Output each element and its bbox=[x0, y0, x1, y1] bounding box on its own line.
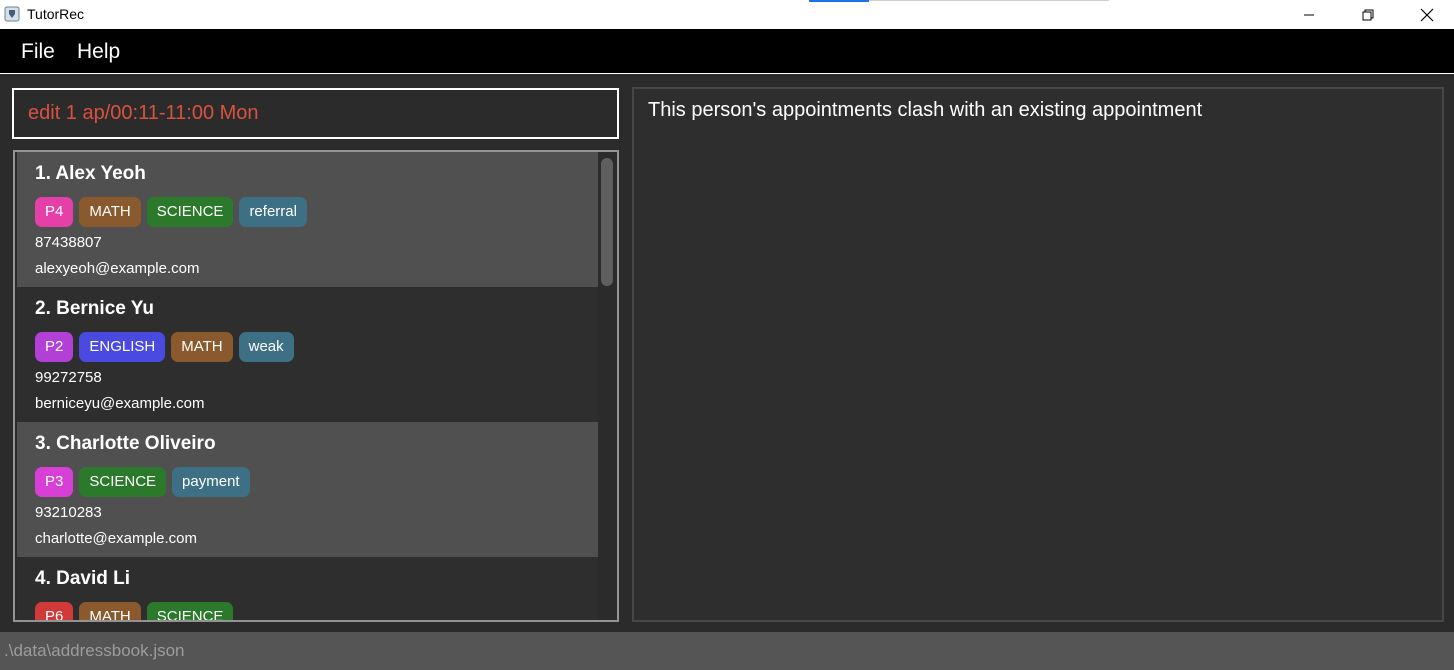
minimize-icon bbox=[1304, 14, 1314, 15]
tag-note: referral bbox=[239, 197, 307, 227]
person-email: berniceyu@example.com bbox=[35, 395, 205, 412]
tag-subject: MATH bbox=[171, 332, 233, 362]
command-input[interactable] bbox=[14, 90, 617, 137]
person-card[interactable]: 4. David Li P6 MATH SCIENCE bbox=[17, 557, 598, 620]
tag-subject: SCIENCE bbox=[146, 602, 234, 620]
menu-file[interactable]: File bbox=[21, 40, 55, 64]
person-card[interactable]: 3. Charlotte Oliveiro P3 SCIENCE payment… bbox=[17, 422, 598, 557]
status-bar: .\data\addressbook.json bbox=[0, 632, 1454, 670]
tag-list: P6 MATH SCIENCE bbox=[35, 602, 234, 620]
person-name: 2. Bernice Yu bbox=[35, 298, 154, 319]
person-email: charlotte@example.com bbox=[35, 530, 197, 547]
tag-subject: MATH bbox=[79, 197, 141, 227]
person-list[interactable]: 1. Alex Yeoh P4 MATH SCIENCE referral 87… bbox=[13, 150, 619, 622]
person-card[interactable]: 1. Alex Yeoh P4 MATH SCIENCE referral 87… bbox=[17, 152, 598, 287]
person-name: 1. Alex Yeoh bbox=[35, 163, 146, 184]
person-name: 4. David Li bbox=[35, 568, 131, 589]
menu-help[interactable]: Help bbox=[77, 40, 120, 64]
tag-subject: ENGLISH bbox=[79, 332, 166, 362]
person-name: 3. Charlotte Oliveiro bbox=[35, 433, 216, 454]
tag-note: weak bbox=[238, 332, 294, 362]
tag-list: P3 SCIENCE payment bbox=[35, 467, 250, 497]
result-message: This person's appointments clash with an… bbox=[648, 99, 1203, 121]
tag-note: payment bbox=[172, 467, 250, 497]
restore-button[interactable] bbox=[1339, 0, 1397, 29]
minimize-button[interactable] bbox=[1280, 0, 1338, 29]
person-phone: 99272758 bbox=[35, 369, 102, 386]
close-button[interactable] bbox=[1398, 0, 1454, 29]
tag-level: P6 bbox=[35, 602, 74, 620]
command-box[interactable] bbox=[12, 88, 619, 139]
window-titlebar: TutorRec bbox=[0, 0, 1454, 29]
main-panel: 1. Alex Yeoh P4 MATH SCIENCE referral 87… bbox=[0, 75, 1454, 632]
tag-subject: SCIENCE bbox=[146, 197, 234, 227]
restore-icon bbox=[1362, 9, 1374, 20]
app-logo-icon bbox=[4, 6, 20, 22]
list-scrollbar-thumb[interactable] bbox=[601, 158, 613, 286]
background-grey-strip bbox=[869, 0, 1109, 1]
person-email: alexyeoh@example.com bbox=[35, 260, 200, 277]
window-title: TutorRec bbox=[27, 6, 85, 22]
person-phone: 93210283 bbox=[35, 504, 102, 521]
save-file-path: .\data\addressbook.json bbox=[4, 641, 185, 660]
menu-bar: File Help bbox=[0, 29, 1454, 74]
background-accent-strip bbox=[809, 0, 869, 2]
person-phone: 87438807 bbox=[35, 234, 102, 251]
person-card[interactable]: 2. Bernice Yu P2 ENGLISH MATH weak 99272… bbox=[17, 287, 598, 422]
tag-level: P3 bbox=[35, 467, 74, 497]
tag-subject: SCIENCE bbox=[79, 467, 167, 497]
result-display: This person's appointments clash with an… bbox=[632, 87, 1444, 622]
tag-list: P4 MATH SCIENCE referral bbox=[35, 197, 307, 227]
tag-level: P4 bbox=[35, 197, 74, 227]
tag-level: P2 bbox=[35, 332, 74, 362]
close-icon bbox=[1420, 8, 1434, 21]
tag-subject: MATH bbox=[79, 602, 141, 620]
tag-list: P2 ENGLISH MATH weak bbox=[35, 332, 294, 362]
